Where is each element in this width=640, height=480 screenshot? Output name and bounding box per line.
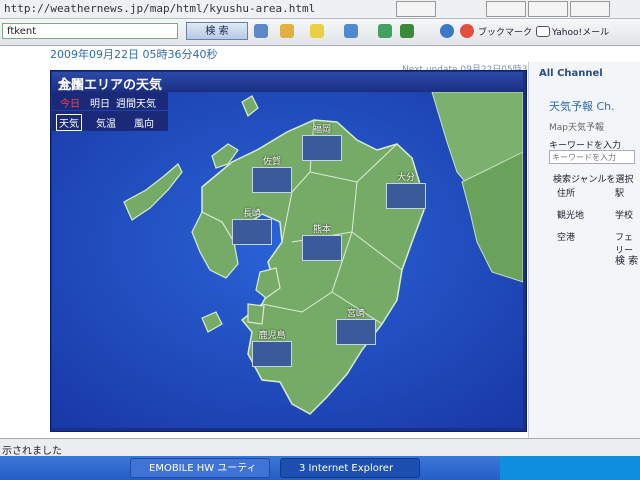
- city-marker-oita[interactable]: 大分: [384, 170, 428, 209]
- cloud-rain-icon: [336, 319, 376, 345]
- sidebar-search-button[interactable]: 検 索: [615, 252, 638, 267]
- cloud-icon: [252, 341, 292, 367]
- pen-icon[interactable]: [310, 24, 324, 38]
- toolbar-button[interactable]: [528, 1, 568, 17]
- city-name: 宮崎: [346, 309, 365, 319]
- toolbar-button[interactable]: [486, 1, 526, 17]
- highlight-icon[interactable]: [280, 24, 294, 38]
- search-input[interactable]: ftkent: [2, 23, 178, 39]
- city-name: 佐賀: [262, 157, 281, 167]
- tab-tomorrow[interactable]: 明日: [90, 95, 110, 110]
- city-name: 熊本: [312, 225, 331, 235]
- cloud-rain-icon: [232, 219, 272, 245]
- genre-station[interactable]: 駅: [615, 186, 624, 199]
- security-icon[interactable]: [400, 24, 414, 38]
- tab-wind[interactable]: 風向: [134, 115, 154, 130]
- address-url[interactable]: http://weathernews.jp/map/html/kyushu-ar…: [4, 2, 315, 15]
- system-tray: [500, 456, 640, 480]
- globe-icon[interactable]: [440, 24, 454, 38]
- panel-title-bar: 九州エリアの天気 全国: [52, 72, 523, 93]
- city-marker-miyazaki[interactable]: 宮崎: [334, 306, 378, 345]
- map-weather-link[interactable]: Map天気予報: [549, 120, 604, 133]
- translate-icon[interactable]: [344, 24, 358, 38]
- genre-airport[interactable]: 空港: [557, 230, 575, 243]
- dropdown-icon[interactable]: [254, 24, 268, 38]
- plugin-icon[interactable]: [378, 24, 392, 38]
- genre-address[interactable]: 住所: [557, 186, 575, 199]
- city-name: 福岡: [312, 125, 331, 135]
- sidebar: All Channel 天気予報 Ch. Map天気予報 キーワードを入力 検索…: [528, 62, 640, 438]
- bookmark-icon[interactable]: [460, 24, 474, 38]
- city-marker-kagoshima[interactable]: 鹿児島: [250, 328, 294, 367]
- keyword-input[interactable]: [549, 150, 635, 164]
- city-name: 鹿児島: [258, 331, 286, 341]
- browser-toolbar: ftkent 検 索 ブックマーク Yahoo!メール: [0, 19, 640, 46]
- toolbar-button[interactable]: [570, 1, 610, 17]
- kyushu-map: [52, 92, 523, 428]
- day-tabs: 今日 明日 週間天気: [52, 92, 168, 110]
- genre-school[interactable]: 学校: [615, 208, 633, 221]
- nationwide-link[interactable]: 全国: [58, 74, 519, 93]
- address-bar[interactable]: http://weathernews.jp/map/html/kyushu-ar…: [0, 0, 640, 19]
- mail-label[interactable]: Yahoo!メール: [552, 25, 609, 38]
- city-marker-nagasaki[interactable]: 長崎: [230, 206, 274, 245]
- city-name: 長崎: [242, 209, 261, 219]
- all-channel-label[interactable]: All Channel: [539, 68, 603, 79]
- type-tabs: 天気 気温 風向: [52, 111, 168, 131]
- city-marker-kumamoto[interactable]: 熊本: [300, 222, 344, 261]
- city-name: 大分: [396, 173, 415, 183]
- tab-temperature[interactable]: 気温: [96, 115, 116, 130]
- bookmark-label[interactable]: ブックマーク: [478, 25, 532, 38]
- date-time: 2009年09月22日 05時36分40秒: [50, 48, 218, 61]
- toolbar-button[interactable]: [396, 1, 436, 17]
- search-button[interactable]: 検 索: [186, 22, 248, 40]
- cloud-rain-icon: [302, 135, 342, 161]
- status-bar: 示されました: [0, 438, 640, 457]
- tab-today[interactable]: 今日: [60, 95, 80, 110]
- tab-weather[interactable]: 天気: [56, 114, 82, 131]
- amakusa-land: [247, 303, 265, 325]
- tab-weekly[interactable]: 週間天気: [116, 95, 156, 110]
- taskbar-item-ie[interactable]: 3 Internet Explorer: [280, 458, 420, 478]
- mail-icon[interactable]: [536, 26, 550, 37]
- cloud-rain-icon: [252, 167, 292, 193]
- cloud-rain-icon: [302, 235, 342, 261]
- cloud-rain-icon: [386, 183, 426, 209]
- genre-tourist[interactable]: 観光地: [557, 208, 584, 221]
- genre-label: 検索ジャンルを選択: [553, 175, 634, 185]
- status-text: 示されました: [2, 446, 62, 457]
- weather-channel-title[interactable]: 天気予報 Ch.: [549, 98, 615, 114]
- taskbar-item-emobile[interactable]: EMOBILE HW ユーティ: [130, 458, 270, 478]
- city-marker-saga[interactable]: 佐賀: [250, 154, 294, 193]
- city-marker-fukuoka[interactable]: 福岡: [300, 122, 344, 161]
